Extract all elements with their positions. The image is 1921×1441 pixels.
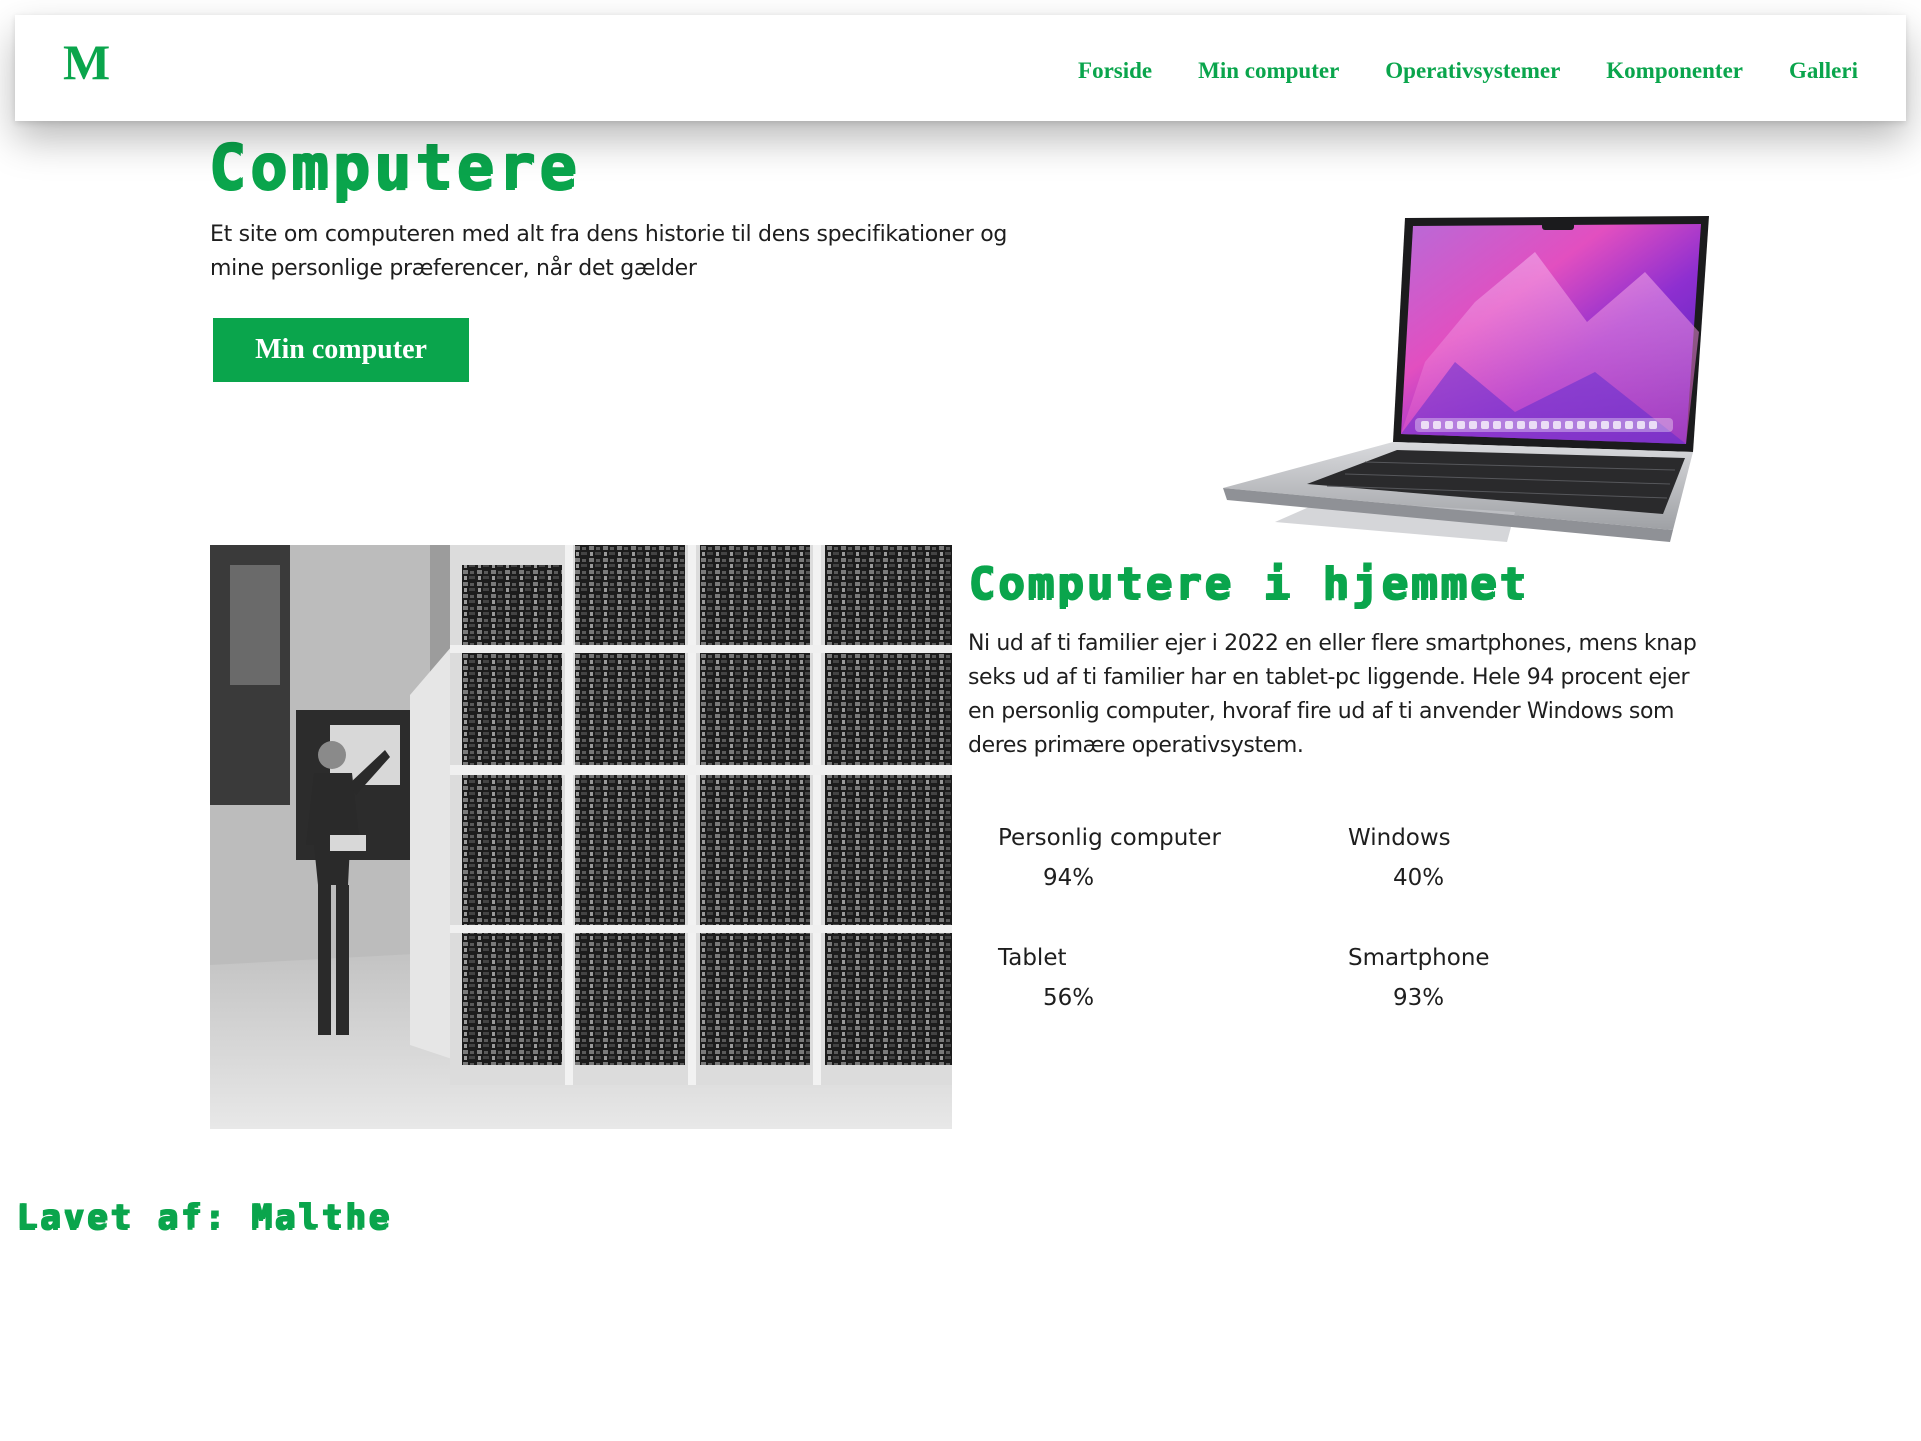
nav-link-galleri[interactable]: Galleri xyxy=(1789,59,1858,82)
home-section-title: Computere i hjemmet xyxy=(968,558,1529,609)
stat-label: Tablet xyxy=(998,945,1067,971)
top-navbar: M Forside Min computer Operativsystemer … xyxy=(15,15,1906,121)
stat-value: 93% xyxy=(1393,985,1445,1011)
home-section-text: Ni ud af ti familier ejer i 2022 en elle… xyxy=(968,631,1697,758)
nav-link-komponenter[interactable]: Komponenter xyxy=(1606,59,1743,82)
stat-label: Windows xyxy=(1348,825,1451,851)
stat-personlig-computer: Personlig computer 94% xyxy=(998,827,1221,890)
nav-link-min-computer[interactable]: Min computer xyxy=(1198,59,1339,82)
stat-smartphone: Smartphone 93% xyxy=(1348,947,1490,1010)
footer-credit: Lavet af: Malthe xyxy=(16,1197,392,1237)
stat-label: Personlig computer xyxy=(998,825,1221,851)
site-logo[interactable]: M xyxy=(63,37,110,87)
hero-title: Computere xyxy=(208,130,580,203)
stat-windows: Windows 40% xyxy=(1348,827,1451,890)
nav-link-operativsystemer[interactable]: Operativsystemer xyxy=(1385,59,1560,82)
nav-link-forside[interactable]: Forside xyxy=(1078,59,1152,82)
stat-value: 94% xyxy=(1043,865,1095,891)
stat-value: 40% xyxy=(1393,865,1445,891)
stat-tablet: Tablet 56% xyxy=(998,947,1094,1010)
nav-links: Forside Min computer Operativsystemer Ko… xyxy=(1078,59,1858,82)
vintage-computer-photo xyxy=(210,545,952,1129)
laptop-image xyxy=(1223,216,1709,542)
hero-description: Et site om computeren med alt fra dens h… xyxy=(210,222,1008,281)
stat-value: 56% xyxy=(1043,985,1095,1011)
stat-label: Smartphone xyxy=(1348,945,1490,971)
min-computer-button[interactable]: Min computer xyxy=(213,318,469,382)
